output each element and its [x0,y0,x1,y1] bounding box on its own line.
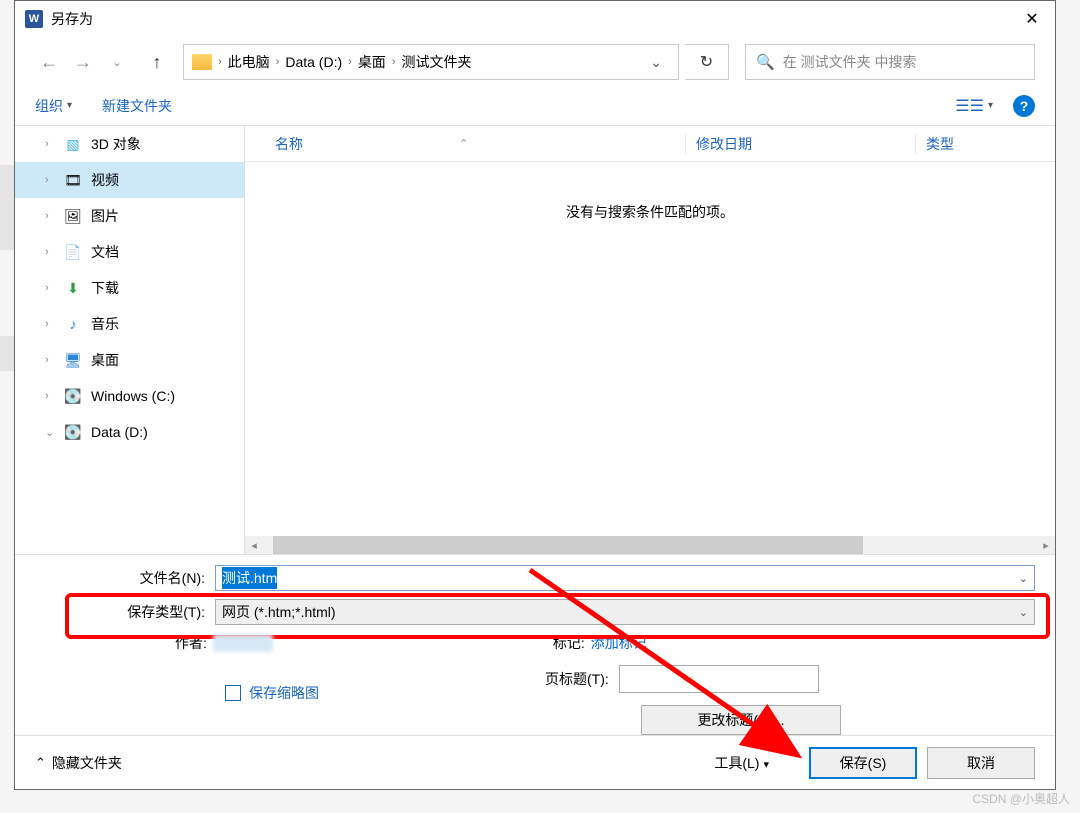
refresh-button[interactable]: ↻ [685,44,729,80]
nav-forward-button[interactable]: → [69,48,97,76]
expand-icon: › [45,390,55,402]
music-icon: ♪ [63,315,83,333]
author-label: 作者: [175,633,207,653]
breadcrumb-item[interactable]: Data (D:) [285,54,342,70]
nav-up-button[interactable]: ↑ [143,48,171,76]
file-list-header: 名称 ⌃ 修改日期 类型 [245,126,1055,162]
address-bar[interactable]: › 此电脑 › Data (D:) › 桌面 › 测试文件夹 ⌄ [183,44,679,80]
list-view-icon: ☰☰ [955,96,984,116]
watermark: CSDN @小奥超人 [972,790,1070,807]
titlebar: W 另存为 ✕ [15,1,1055,37]
tools-dropdown[interactable]: 工具(L)▾ [714,753,769,773]
window-title: 另存为 [51,9,93,29]
chevron-down-icon: ▾ [67,100,72,111]
horizontal-scrollbar[interactable]: ◂ ▸ [245,536,1055,554]
chevron-up-icon: ⌃ [35,755,46,771]
view-options-button[interactable]: ☰☰ ▾ [955,96,993,116]
page-title-input[interactable] [619,665,819,693]
column-header-type[interactable]: 类型 [915,134,1055,154]
nav-back-button[interactable]: ← [35,48,63,76]
chevron-right-icon: › [348,56,352,68]
filename-label: 文件名(N): [35,568,215,588]
change-title-button[interactable]: 更改标题(C)... [641,705,841,735]
image-icon: 🖼 [63,207,83,225]
thumbnail-checkbox[interactable] [225,685,241,701]
column-header-date[interactable]: 修改日期 [685,134,915,154]
tree-item-downloads[interactable]: › ⬇ 下载 [15,270,244,306]
tree-item-drive-c[interactable]: › 💽 Windows (C:) [15,378,244,414]
desktop-icon: 🖥 [63,351,83,369]
address-dropdown-icon[interactable]: ⌄ [642,54,670,71]
form-area: 文件名(N): 测试.htm ⌄ 保存类型(T): 网页 (*.htm;*.ht… [15,555,1055,735]
close-button[interactable]: ✕ [1009,1,1055,37]
tree-item-pictures[interactable]: › 🖼 图片 [15,198,244,234]
save-as-dialog: W 另存为 ✕ ← → ⌄ ↑ › 此电脑 › Data (D:) › 桌面 ›… [14,0,1056,790]
page-title-label: 页标题(T): [545,669,609,689]
tree-item-drive-d[interactable]: ⌄ 💽 Data (D:) [15,414,244,450]
drive-icon: 💽 [63,423,83,441]
breadcrumb-item[interactable]: 桌面 [358,52,386,72]
thumbnail-checkbox-label[interactable]: 保存缩略图 [249,683,319,703]
film-icon: 🎞 [63,171,83,189]
tree-item-videos[interactable]: › 🎞 视频 [15,162,244,198]
nav-history-dropdown[interactable]: ⌄ [103,48,131,76]
scroll-thumb[interactable] [273,536,863,554]
cube-icon: ▧ [63,135,83,153]
column-header-name[interactable]: 名称 ⌃ [245,134,685,154]
doc-icon: 📄 [63,243,83,261]
folder-icon [192,54,212,70]
tag-label: 标记: [553,633,585,653]
expand-icon: › [45,318,55,330]
scroll-left-icon[interactable]: ◂ [245,536,263,554]
add-tag-link[interactable]: 添加标记 [591,633,647,653]
new-folder-button[interactable]: 新建文件夹 [102,96,172,116]
search-icon: 🔍 [756,53,775,71]
expand-icon: › [45,138,55,150]
sort-indicator-icon: ⌃ [459,137,468,150]
breadcrumb-item[interactable]: 测试文件夹 [401,52,471,72]
filetype-select[interactable]: 网页 (*.htm;*.html) ⌄ [215,599,1035,625]
chevron-down-icon[interactable]: ⌄ [1019,572,1028,585]
filetype-label: 保存类型(T): [35,602,215,622]
navigation-bar: ← → ⌄ ↑ › 此电脑 › Data (D:) › 桌面 › 测试文件夹 ⌄… [15,37,1055,87]
search-input[interactable]: 🔍 在 测试文件夹 中搜索 [745,44,1035,80]
file-list: 名称 ⌃ 修改日期 类型 没有与搜索条件匹配的项。 ◂ ▸ [245,126,1055,554]
save-button[interactable]: 保存(S) [809,747,917,779]
scroll-right-icon[interactable]: ▸ [1037,536,1055,554]
expand-icon: › [45,282,55,294]
organize-button[interactable]: 组织▾ [35,96,72,116]
author-value [213,634,273,652]
chevron-right-icon: › [218,56,222,68]
filename-input[interactable]: 测试.htm ⌄ [215,565,1035,591]
expand-icon: › [45,174,55,186]
folder-tree: › ▧ 3D 对象 › 🎞 视频 › 🖼 图片 › 📄 文档 › ⬇ [15,126,245,554]
drive-icon: 💽 [63,387,83,405]
chevron-right-icon: › [276,56,280,68]
tree-item-desktop[interactable]: › 🖥 桌面 [15,342,244,378]
expand-icon: › [45,354,55,366]
footer: ⌃ 隐藏文件夹 工具(L)▾ 保存(S) 取消 [15,735,1055,789]
download-icon: ⬇ [63,279,83,297]
tree-item-documents[interactable]: › 📄 文档 [15,234,244,270]
chevron-right-icon: › [392,56,396,68]
empty-message: 没有与搜索条件匹配的项。 [245,162,1055,222]
tree-item-music[interactable]: › ♪ 音乐 [15,306,244,342]
body-area: › ▧ 3D 对象 › 🎞 视频 › 🖼 图片 › 📄 文档 › ⬇ [15,125,1055,555]
expand-icon: ⌄ [45,426,55,439]
hide-folders-button[interactable]: ⌃ 隐藏文件夹 [35,753,122,773]
toolbar: 组织▾ 新建文件夹 ☰☰ ▾ ? [15,87,1055,125]
chevron-down-icon[interactable]: ⌄ [1019,606,1028,619]
help-button[interactable]: ? [1013,95,1035,117]
word-icon: W [25,10,43,28]
chevron-down-icon: ▾ [763,759,769,771]
search-placeholder: 在 测试文件夹 中搜索 [783,52,917,72]
tree-item-3d-objects[interactable]: › ▧ 3D 对象 [15,126,244,162]
cancel-button[interactable]: 取消 [927,747,1035,779]
expand-icon: › [45,210,55,222]
expand-icon: › [45,246,55,258]
chevron-down-icon: ▾ [988,100,993,111]
breadcrumb-item[interactable]: 此电脑 [228,52,270,72]
